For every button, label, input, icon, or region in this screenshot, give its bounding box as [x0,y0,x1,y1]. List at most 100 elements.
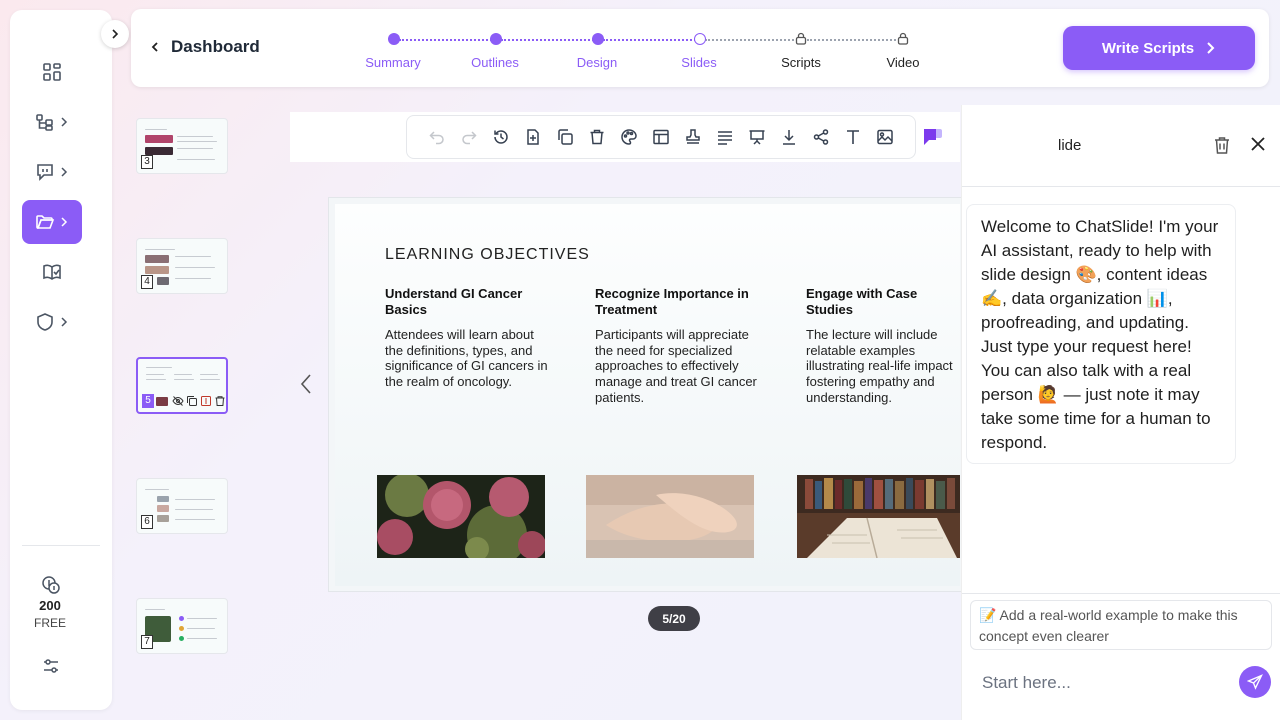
send-icon [1247,674,1263,690]
settings-sliders-icon[interactable] [42,657,60,675]
folder-open-icon [35,212,55,232]
slide-thumbnail-7[interactable]: 7 [136,598,228,654]
objective-column[interactable]: Engage with Case Studies The lecture wil… [806,286,960,406]
step-slides[interactable]: Slides [654,55,744,70]
trash-icon[interactable] [581,121,613,153]
cancer-cells-image[interactable] [377,475,545,558]
slide-thumbnail-5[interactable]: 5 [136,357,228,414]
share-icon[interactable] [805,121,837,153]
thumbnail-number: 6 [141,515,153,529]
step-summary[interactable]: Summary [348,55,438,70]
write-scripts-button[interactable]: Write Scripts [1063,26,1255,70]
palette-icon[interactable] [613,121,645,153]
objective-heading: Recognize Importance in Treatment [595,286,749,317]
left-rail: 200 FREE [10,10,112,710]
back-to-dashboard[interactable]: Dashboard [149,37,260,57]
step-dot-design [592,33,604,45]
chevron-left-icon [149,41,161,53]
redo-icon[interactable] [453,121,485,153]
duplicate-icon[interactable] [186,395,198,407]
chat-divider [962,593,1280,594]
step-outlines[interactable]: Outlines [450,55,540,70]
thumbnail-number: 4 [141,275,153,289]
chevron-right-icon [59,217,69,227]
rail-security[interactable] [22,300,82,344]
objective-column[interactable]: Understand GI Cancer Basics Attendees wi… [385,286,555,390]
chat-title: lide [1058,137,1082,154]
objective-heading: Engage with Case Studies [806,286,918,317]
step-video[interactable]: Video [858,55,948,70]
slide-canvas[interactable]: LEARNING OBJECTIVES Understand GI Cancer… [335,204,960,586]
rail-dashboard[interactable] [22,50,82,94]
undo-icon[interactable] [421,121,453,153]
presentation-chat-icon [35,162,55,182]
download-icon[interactable] [773,121,805,153]
clear-chat-trash-icon[interactable] [1213,135,1231,155]
rail-outlines[interactable] [22,100,82,144]
thumbnail-number: 5 [142,394,154,408]
add-page-icon[interactable] [517,121,549,153]
thumbnail-number: 3 [141,155,153,169]
case-study-books-image[interactable] [797,475,960,558]
slide-thumbnail-4[interactable]: 4 [136,238,228,294]
rail-library[interactable] [22,250,82,294]
chevron-right-icon [109,28,121,40]
hide-icon[interactable] [172,395,184,407]
objective-body: The lecture will include relatable examp… [806,327,953,405]
thumbnail-actions [172,395,226,407]
chevron-right-icon [59,167,69,177]
suggestion-chip[interactable]: 📝 Add a real-world example to make this … [970,600,1272,650]
objective-body: Attendees will learn about the definitio… [385,327,548,390]
step-dot-slides [694,33,706,45]
lock-icon [795,32,807,45]
editor-toolbar [406,115,916,159]
chat-input[interactable] [982,673,1222,693]
step-dot-summary [388,33,400,45]
step-design[interactable]: Design [552,55,642,70]
chevron-right-icon [59,317,69,327]
trash-icon[interactable] [214,395,226,407]
stamp-icon[interactable] [677,121,709,153]
top-header: Dashboard Summary Outlines Design Slides… [131,9,1269,87]
outline-tree-icon [35,112,55,132]
duplicate-icon[interactable] [549,121,581,153]
align-icon[interactable] [709,121,741,153]
chevron-right-icon [1204,41,1216,55]
text-icon[interactable] [837,121,869,153]
rail-divider [22,545,100,546]
image-icon[interactable] [869,121,901,153]
chevron-left-icon [298,372,314,396]
present-icon[interactable] [741,121,773,153]
chatslide-logo-icon [922,127,944,147]
chat-header: lide [962,105,1280,187]
page-indicator: 5/20 [648,606,700,631]
credits-coins-icon [41,575,61,595]
objective-heading: Understand GI Cancer Basics [385,286,523,317]
close-icon[interactable] [1251,137,1265,151]
assistant-message: Welcome to ChatSlide! I'm your AI assist… [966,204,1236,464]
chevron-right-icon [59,117,69,127]
lock-icon [897,32,909,45]
rail-present[interactable] [22,150,82,194]
back-label: Dashboard [171,37,260,56]
reorder-icon[interactable] [200,395,212,407]
slide-thumbnail-6[interactable]: 6 [136,478,228,534]
treatment-image[interactable] [586,475,754,558]
step-scripts[interactable]: Scripts [756,55,846,70]
shield-icon [35,312,55,332]
previous-slide-button[interactable] [298,372,314,396]
history-icon[interactable] [485,121,517,153]
send-button[interactable] [1239,666,1271,698]
book-check-icon [42,262,62,282]
slide-thumbnail-3[interactable]: 3 [136,118,228,174]
slide-title[interactable]: LEARNING OBJECTIVES [385,246,590,264]
chat-panel: lide Welcome to ChatSlide! I'm your AI a… [961,105,1280,720]
write-scripts-label: Write Scripts [1101,39,1195,57]
grid-icon [42,62,62,82]
rail-projects[interactable] [22,200,82,244]
objective-body: Participants will appreciate the need fo… [595,327,757,405]
credits-amount: 200 [39,598,61,613]
objective-column[interactable]: Recognize Importance in Treatment Partic… [595,286,765,406]
collapse-rail-button[interactable] [101,20,129,48]
layout-icon[interactable] [645,121,677,153]
